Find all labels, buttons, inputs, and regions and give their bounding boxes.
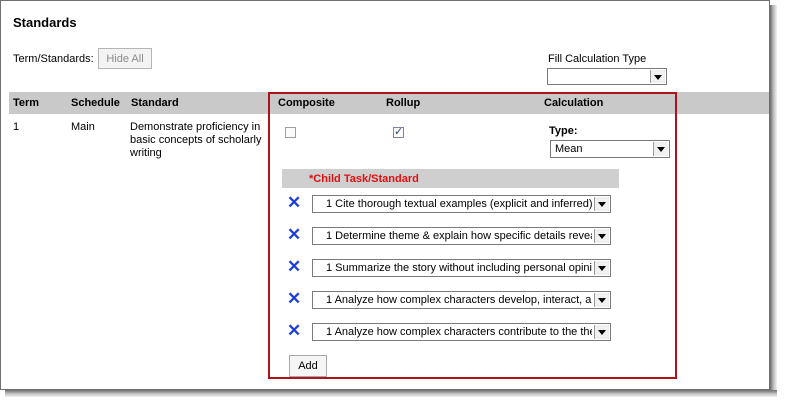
- column-header-schedule: Schedule: [71, 97, 120, 109]
- standard-line: Demonstrate proficiency in: [130, 121, 261, 133]
- row-term: 1: [13, 121, 20, 133]
- chevron-down-icon: [650, 70, 665, 83]
- standards-panel: Standards Term/Standards: Hide All Fill …: [0, 0, 770, 390]
- row-schedule: Main: [71, 121, 95, 133]
- column-header-term: Term: [13, 97, 40, 109]
- row-standard: Demonstrate proficiency in basic concept…: [130, 121, 270, 160]
- fill-calculation-type-label: Fill Calculation Type: [548, 53, 647, 65]
- standard-line: writing: [130, 147, 162, 159]
- column-header-standard: Standard: [131, 97, 179, 109]
- fill-calculation-type-select[interactable]: [547, 68, 667, 85]
- window-shadow: [770, 5, 777, 395]
- page-title: Standards: [13, 15, 77, 30]
- term-standards-label: Term/Standards:: [13, 53, 94, 65]
- highlight-box: [268, 92, 677, 379]
- hide-all-button[interactable]: Hide All: [98, 48, 152, 69]
- window-shadow: [5, 390, 777, 397]
- standard-line: basic concepts of scholarly: [130, 134, 262, 146]
